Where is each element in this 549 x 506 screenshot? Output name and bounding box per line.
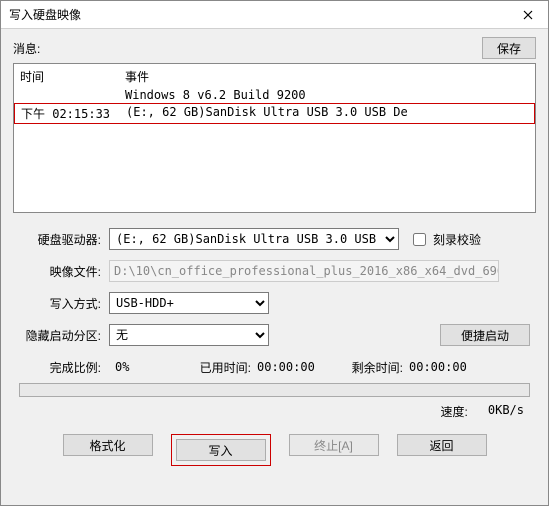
speed-row: 速度: 0KB/s — [13, 397, 536, 430]
progress-bar — [19, 383, 530, 397]
speed-label: 速度: — [441, 403, 468, 420]
log-row-event: (E:, 62 GB)SanDisk Ultra USB 3.0 USB De — [126, 105, 528, 122]
log-row: Windows 8 v6.2 Build 9200 — [14, 87, 535, 103]
write-button-highlight: 写入 — [171, 434, 271, 466]
log-header-time: 时间 — [20, 68, 125, 85]
mode-label: 写入方式: — [19, 295, 109, 312]
close-icon — [523, 10, 533, 20]
log-row: 下午 02:15:33 (E:, 62 GB)SanDisk Ultra USB… — [14, 103, 535, 124]
titlebar: 写入硬盘映像 — [1, 1, 548, 29]
message-label: 消息: — [13, 40, 482, 57]
mode-select[interactable]: USB-HDD+ — [109, 292, 269, 314]
log-row-time: 下午 02:15:33 — [21, 105, 126, 122]
convenient-boot-button[interactable]: 便捷启动 — [440, 324, 530, 346]
abort-button: 终止[A] — [289, 434, 379, 456]
speed-value: 0KB/s — [488, 403, 524, 420]
drive-row: 硬盘驱动器: (E:, 62 GB)SanDisk Ultra USB 3.0 … — [19, 227, 530, 251]
log-row-event: Windows 8 v6.2 Build 9200 — [125, 88, 529, 102]
image-label: 映像文件: — [19, 263, 109, 280]
hidden-row: 隐藏启动分区: 无 便捷启动 — [19, 323, 530, 347]
elapsed-label: 已用时间: — [181, 359, 251, 376]
save-button[interactable]: 保存 — [482, 37, 536, 59]
back-button[interactable]: 返回 — [397, 434, 487, 456]
dialog-window: 写入硬盘映像 消息: 保存 时间 事件 Windows 8 v6.2 Build… — [0, 0, 549, 506]
button-row: 格式化 写入 终止[A] 返回 — [13, 430, 536, 468]
log-header-event: 事件 — [125, 68, 529, 85]
drive-select[interactable]: (E:, 62 GB)SanDisk Ultra USB 3.0 USB De — [109, 228, 399, 250]
remain-label: 剩余时间: — [333, 359, 403, 376]
format-button[interactable]: 格式化 — [63, 434, 153, 456]
remain-value: 00:00:00 — [409, 360, 467, 374]
mode-row: 写入方式: USB-HDD+ — [19, 291, 530, 315]
elapsed-value: 00:00:00 — [257, 360, 327, 374]
close-button[interactable] — [508, 1, 548, 29]
verify-label: 刻录校验 — [433, 231, 481, 248]
hidden-label: 隐藏启动分区: — [19, 327, 109, 344]
verify-checkbox[interactable]: 刻录校验 — [409, 230, 481, 249]
log-box[interactable]: 时间 事件 Windows 8 v6.2 Build 9200 下午 02:15… — [13, 63, 536, 213]
log-row-time — [20, 88, 125, 102]
hidden-select[interactable]: 无 — [109, 324, 269, 346]
image-row: 映像文件: D:\10\cn_office_professional_plus_… — [19, 259, 530, 283]
drive-label: 硬盘驱动器: — [19, 231, 109, 248]
write-button[interactable]: 写入 — [176, 439, 266, 461]
ratio-label: 完成比例: — [19, 359, 109, 376]
form-section: 硬盘驱动器: (E:, 62 GB)SanDisk Ultra USB 3.0 … — [13, 227, 536, 347]
image-path-field: D:\10\cn_office_professional_plus_2016_x… — [109, 260, 499, 282]
window-title: 写入硬盘映像 — [9, 6, 508, 23]
progress-row: 完成比例: 0% 已用时间: 00:00:00 剩余时间: 00:00:00 — [13, 357, 536, 377]
verify-checkbox-input[interactable] — [413, 233, 426, 246]
content-area: 消息: 保存 时间 事件 Windows 8 v6.2 Build 9200 下… — [1, 29, 548, 505]
log-header: 时间 事件 — [14, 64, 535, 87]
ratio-value: 0% — [115, 360, 175, 374]
message-row: 消息: 保存 — [13, 37, 536, 59]
